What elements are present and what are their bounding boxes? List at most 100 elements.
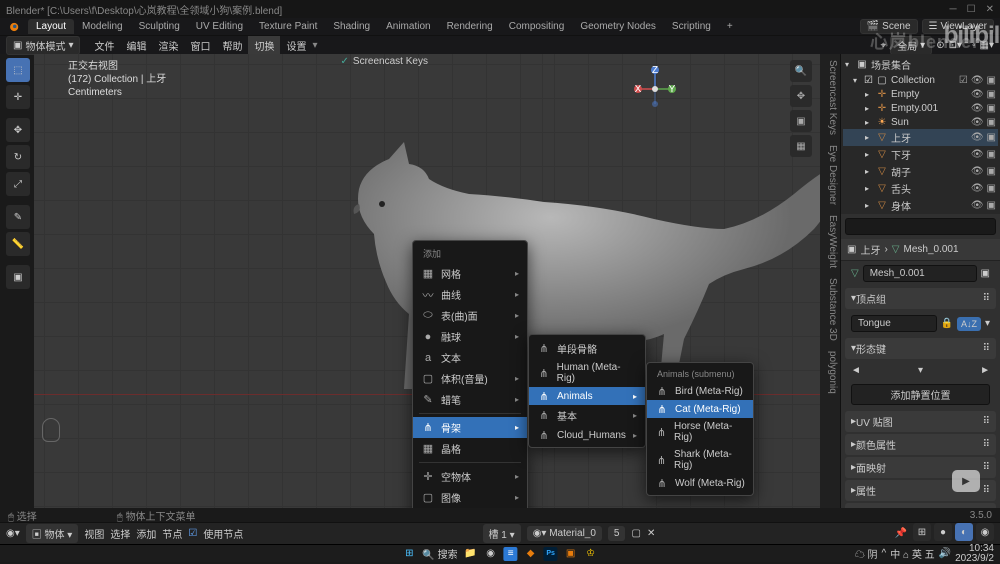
menu-item[interactable]: ⋔Cloud_Humans▸ bbox=[529, 426, 645, 444]
menu-item[interactable]: ⬭表(曲)面▸ bbox=[413, 305, 527, 326]
vg-az-sort[interactable]: A↓Z bbox=[957, 317, 981, 331]
mode-selector[interactable]: ▣ 物体模式 ▾ bbox=[6, 36, 80, 55]
tab-uv[interactable]: UV Editing bbox=[188, 19, 251, 34]
menu-item[interactable]: ⋔基本▸ bbox=[529, 405, 645, 426]
tb-mcrown-icon[interactable]: ♔ bbox=[584, 547, 598, 561]
menu-render[interactable]: 渲染 bbox=[152, 36, 184, 55]
tb-blender-icon[interactable]: ◆ bbox=[524, 547, 538, 561]
tab-rendering[interactable]: Rendering bbox=[439, 19, 501, 34]
sk-next-icon[interactable]: ► bbox=[980, 365, 990, 376]
sk-special-icon[interactable]: ▾ bbox=[918, 365, 923, 376]
n-panel-tabs[interactable]: Screencast Keys Eye Designer EasyWeight … bbox=[820, 54, 840, 522]
outliner-item[interactable]: ▸▽胡子👁▣ bbox=[843, 163, 998, 180]
navigation-gizmo[interactable]: Z X Y bbox=[630, 64, 680, 114]
uv-section[interactable]: ▸ UV 贴图⠿ bbox=[845, 411, 996, 432]
maximize-button[interactable]: ☐ bbox=[967, 4, 976, 15]
tb-vscode-icon[interactable]: ≡ bbox=[504, 547, 518, 561]
taskbar-weather[interactable]: ☁ 阴 bbox=[855, 546, 878, 561]
menu-help[interactable]: 帮助 bbox=[216, 36, 248, 55]
editor-type-icon[interactable]: ◉▾ bbox=[6, 528, 20, 539]
menu-item[interactable]: ✛空物体▸ bbox=[413, 466, 527, 487]
outliner-item[interactable]: ▸✛Empty.001👁▣ bbox=[843, 101, 998, 115]
shading-solid-icon[interactable]: ● bbox=[934, 523, 952, 541]
shapekeys-section[interactable]: ▾ 形态键⠿ bbox=[845, 338, 996, 359]
outliner[interactable]: ▾▣场景集合 ▾☑▢Collection ☑👁▣ ▸✛Empty👁▣▸✛Empt… bbox=[841, 54, 1000, 214]
menu-node[interactable]: 节点 bbox=[162, 526, 182, 541]
material-selector[interactable]: ◉▾ Material_0 bbox=[527, 526, 602, 541]
tool-annotate[interactable]: ✎ bbox=[6, 205, 30, 229]
tab-texpaint[interactable]: Texture Paint bbox=[251, 19, 325, 34]
taskbar-lang[interactable]: 中 ⌂ 英 五 bbox=[890, 546, 934, 561]
vg-special-icon[interactable]: ▾ bbox=[985, 318, 990, 329]
menu-item[interactable]: ⋔骨架▸ bbox=[413, 417, 527, 438]
menu-item[interactable]: a文本 bbox=[413, 347, 527, 368]
user-count[interactable]: 5 bbox=[608, 526, 626, 541]
shading-rendered-icon[interactable]: ◉ bbox=[976, 523, 994, 541]
pin-icon[interactable]: 📌 bbox=[895, 528, 907, 539]
tab-animation[interactable]: Animation bbox=[378, 19, 438, 34]
outliner-item[interactable]: ▸▽上牙👁▣ bbox=[843, 129, 998, 146]
menu-item[interactable]: ⋔Shark (Meta-Rig) bbox=[647, 446, 753, 474]
ortho-toggle-icon[interactable]: ▦ bbox=[790, 135, 812, 157]
close-button[interactable]: ✕ bbox=[986, 4, 994, 15]
tab-sculpting[interactable]: Sculpting bbox=[131, 19, 188, 34]
tb-app-icon[interactable]: ▣ bbox=[564, 547, 578, 561]
tab-scripting[interactable]: Scripting bbox=[664, 19, 719, 34]
menu-edit[interactable]: 编辑 bbox=[120, 36, 152, 55]
menu-item[interactable]: ▢图像▸ bbox=[413, 487, 527, 508]
start-button[interactable]: ⊞ bbox=[402, 547, 416, 561]
menu-item[interactable]: ⋔单段骨骼 bbox=[529, 338, 645, 359]
slot-selector[interactable]: 槽 1 ▾ bbox=[483, 524, 521, 543]
pan-icon[interactable]: ✥ bbox=[790, 85, 812, 107]
menu-item[interactable]: 〰曲线▸ bbox=[413, 284, 527, 305]
viewport-3d[interactable]: 正交右视图 (172) Collection | 上牙 Centimeters … bbox=[34, 54, 820, 522]
outliner-item[interactable]: ▸▽舌头👁▣ bbox=[843, 180, 998, 197]
menu-item[interactable]: ⋔Horse (Meta-Rig) bbox=[647, 418, 753, 446]
tool-move[interactable]: ✥ bbox=[6, 118, 30, 142]
menu-item[interactable]: ▦网格▸ bbox=[413, 263, 527, 284]
unlink-icon[interactable]: ✕ bbox=[647, 528, 655, 539]
search-input[interactable] bbox=[845, 218, 996, 235]
add-basis-button[interactable]: 添加静置位置 bbox=[851, 384, 990, 405]
menu-item[interactable]: ⋔Wolf (Meta-Rig) bbox=[647, 474, 753, 492]
tool-rotate[interactable]: ↻ bbox=[6, 145, 30, 169]
menu-item[interactable]: ●融球▸ bbox=[413, 326, 527, 347]
tab-layout[interactable]: Layout bbox=[28, 19, 74, 34]
menu-add[interactable]: 添加 bbox=[136, 526, 156, 541]
tb-ps-icon[interactable]: Ps bbox=[544, 547, 558, 561]
tb-chrome-icon[interactable]: ◉ bbox=[484, 547, 498, 561]
menu-item[interactable]: ⋔Bird (Meta-Rig) bbox=[647, 382, 753, 400]
taskbar-search-icon[interactable]: 🔍 搜索 bbox=[422, 546, 457, 561]
menu-window[interactable]: 窗口 bbox=[184, 36, 216, 55]
minimize-button[interactable]: ─ bbox=[950, 4, 957, 15]
menu-item[interactable]: ▦晶格 bbox=[413, 438, 527, 459]
tab-modeling[interactable]: Modeling bbox=[74, 19, 131, 34]
use-nodes-toggle[interactable]: 使用节点 bbox=[203, 526, 243, 541]
camera-view-icon[interactable]: ▣ bbox=[790, 110, 812, 132]
mesh-name-field[interactable]: Mesh_0.001 bbox=[863, 265, 977, 282]
sk-prev-icon[interactable]: ◄ bbox=[851, 365, 861, 376]
tool-measure[interactable]: 📏 bbox=[6, 232, 30, 256]
menu-select[interactable]: 选择 bbox=[110, 526, 130, 541]
menu-file[interactable]: 文件 bbox=[88, 36, 120, 55]
tb-explorer-icon[interactable]: 📁 bbox=[464, 547, 478, 561]
tab-add[interactable]: + bbox=[719, 19, 741, 34]
tab-compositing[interactable]: Compositing bbox=[501, 19, 573, 34]
zoom-icon[interactable]: 🔍 bbox=[790, 60, 812, 82]
shading-material-icon[interactable]: ◐ bbox=[955, 523, 973, 541]
outliner-item[interactable]: ▸☀Sun👁▣ bbox=[843, 115, 998, 129]
menu-view[interactable]: 视图 bbox=[84, 526, 104, 541]
menu-settings[interactable]: 设置 bbox=[280, 36, 312, 55]
outliner-item[interactable]: ▸▽下牙👁▣ bbox=[843, 146, 998, 163]
tool-scale[interactable]: ⤢ bbox=[6, 172, 30, 196]
menu-item[interactable]: ▢体积(音量)▸ bbox=[413, 368, 527, 389]
menu-item[interactable]: ⋔Animals▸ bbox=[529, 387, 645, 405]
tool-add-cube[interactable]: ▣ bbox=[6, 265, 30, 289]
tab-shading[interactable]: Shading bbox=[325, 19, 378, 34]
menu-item[interactable]: ✎蜡笔▸ bbox=[413, 389, 527, 410]
tool-cursor[interactable]: ✛ bbox=[6, 85, 30, 109]
tool-select-box[interactable]: ⬚ bbox=[6, 58, 30, 82]
outliner-item[interactable]: ▸✛Empty👁▣ bbox=[843, 87, 998, 101]
vertex-groups-section[interactable]: ▾ 顶点组⠿ bbox=[845, 288, 996, 309]
menu-switch[interactable]: 切换 bbox=[248, 36, 280, 55]
